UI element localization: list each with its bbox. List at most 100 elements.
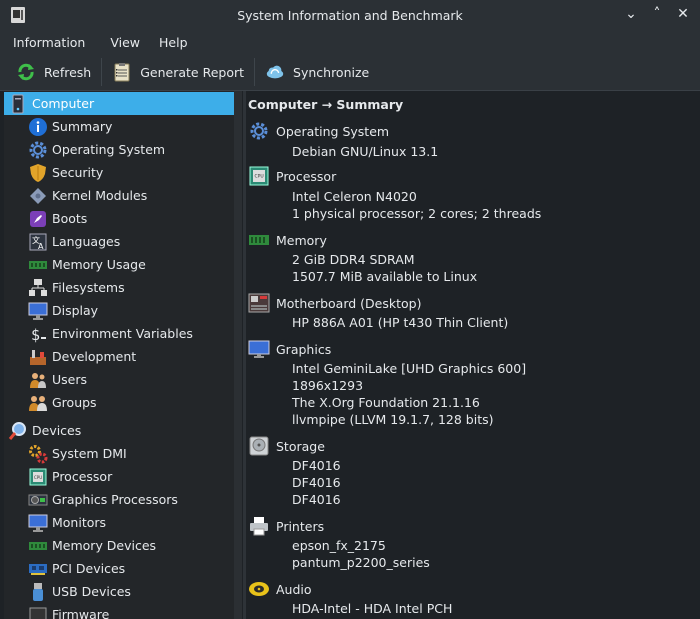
section-title: Graphics	[276, 341, 332, 357]
sidebar-item-system-dmi[interactable]: System DMI	[4, 442, 232, 465]
generate-report-label: Generate Report	[140, 64, 245, 80]
sidebar-item-environment-variables[interactable]: $ Environment Variables	[4, 322, 232, 345]
sidebar-item-summary[interactable]: Summary	[4, 115, 232, 138]
sidebar-item-groups[interactable]: Groups	[4, 391, 232, 414]
sidebar-item-security[interactable]: Security	[4, 161, 232, 184]
section-row: 1 physical processor; 2 cores; 2 threads	[292, 206, 542, 221]
toolbar: Refresh Generate Report Synchronize	[0, 54, 700, 91]
sidebar-item-label: Devices	[32, 423, 82, 438]
section-title: Processor	[276, 168, 337, 184]
sidebar-item-boots[interactable]: Boots	[4, 207, 232, 230]
sidebar-item-label: Languages	[52, 234, 121, 249]
sidebar-item-label: Display	[52, 303, 99, 318]
sidebar-item-computer[interactable]: Computer	[4, 92, 242, 115]
sidebar-item-label: Computer	[32, 96, 95, 111]
language-icon: 文A	[29, 233, 47, 251]
toolbar-separator	[254, 58, 256, 86]
window-menu-button[interactable]: ⌄	[622, 5, 640, 23]
menu-information[interactable]: Information	[6, 35, 91, 50]
sidebar-item-development[interactable]: Development	[4, 345, 232, 368]
sidebar-item-kernel-modules[interactable]: Kernel Modules	[4, 184, 232, 207]
terminal-dollar-icon: $	[31, 326, 46, 344]
svg-text:CPU: CPU	[34, 475, 42, 480]
sidebar-item-graphics-processors[interactable]: Graphics Processors	[4, 488, 232, 511]
section-memory: Memory	[248, 230, 327, 250]
close-button[interactable]: ✕	[674, 5, 692, 23]
shield-icon	[30, 163, 46, 182]
sidebar-item-label: Firmware	[52, 607, 110, 619]
magnifier-icon	[8, 421, 26, 440]
sidebar-item-operating-system[interactable]: Operating System	[4, 138, 232, 161]
sidebar-item-filesystems[interactable]: Filesystems	[4, 276, 232, 299]
sidebar-item-label: Users	[52, 372, 88, 387]
svg-text:CPU: CPU	[255, 174, 264, 180]
refresh-icon	[18, 63, 34, 81]
menu-view[interactable]: View	[103, 35, 146, 50]
section-row: Intel Celeron N4020	[292, 189, 417, 204]
development-tools-icon	[30, 349, 46, 365]
cloud-sync-icon	[266, 65, 284, 79]
pci-card-icon	[29, 563, 47, 575]
section-row: DF4016	[292, 492, 341, 507]
synchronize-button[interactable]: Synchronize	[257, 57, 377, 87]
sidebar-item-processor[interactable]: CPU Processor	[4, 465, 232, 488]
sidebar-item-pci-devices[interactable]: PCI Devices	[4, 557, 232, 580]
sidebar-item-label: USB Devices	[52, 584, 131, 599]
menu-help[interactable]: Help	[152, 35, 194, 50]
sidebar-item-label: Security	[52, 165, 104, 180]
disk-icon	[249, 436, 269, 456]
computer-tower-icon	[12, 94, 24, 113]
monitor-icon	[248, 340, 270, 358]
section-row: HP 886A A01 (HP t430 Thin Client)	[292, 315, 509, 330]
window-title: System Information and Benchmark	[237, 8, 463, 23]
sidebar-item-memory-devices[interactable]: Memory Devices	[4, 534, 232, 557]
puzzle-icon	[30, 187, 46, 204]
sidebar-item-label: Summary	[52, 119, 113, 134]
generate-report-button[interactable]: Generate Report	[104, 57, 252, 87]
sidebar-item-devices[interactable]: Devices	[4, 419, 232, 442]
section-title: Audio	[276, 581, 312, 597]
toolbar-separator	[101, 58, 103, 86]
section-row: llvmpipe (LLVM 19.1.7, 128 bits)	[292, 412, 494, 427]
sidebar-item-users[interactable]: Users	[4, 368, 232, 391]
sidebar-item-display[interactable]: Display	[4, 299, 232, 322]
sidebar-item-memory-usage[interactable]: Memory Usage	[4, 253, 232, 276]
section-title: Operating System	[276, 123, 390, 139]
section-title: Memory	[276, 232, 327, 248]
refresh-label: Refresh	[44, 64, 92, 80]
audio-icon	[249, 582, 269, 596]
monitor-icon	[28, 514, 48, 532]
sidebar-item-monitors[interactable]: Monitors	[4, 511, 232, 534]
usb-icon	[33, 582, 43, 601]
sidebar: Computer Summary Operating System Securi…	[4, 91, 242, 619]
sidebar-item-label: System DMI	[52, 446, 127, 461]
section-row: pantum_p2200_series	[292, 555, 430, 570]
sidebar-item-label: Memory Devices	[52, 538, 157, 553]
motherboard-icon	[248, 293, 270, 313]
maximize-button[interactable]: ˄	[648, 5, 666, 23]
sidebar-item-firmware[interactable]: Firmware	[4, 603, 232, 619]
section-row: 2 GiB DDR4 SDRAM	[292, 252, 415, 267]
section-row: DF4016	[292, 458, 341, 473]
section-audio: Audio	[248, 579, 312, 599]
synchronize-label: Synchronize	[293, 64, 370, 80]
section-processor: CPU Processor	[248, 166, 336, 186]
report-icon	[114, 63, 130, 82]
section-graphics: Graphics	[248, 339, 331, 359]
gear-icon	[250, 122, 268, 140]
refresh-button[interactable]: Refresh	[8, 57, 99, 87]
sidebar-item-usb-devices[interactable]: USB Devices	[4, 580, 232, 603]
sidebar-item-languages[interactable]: 文A Languages	[4, 230, 232, 253]
sidebar-item-label: Processor	[52, 469, 113, 484]
info-icon	[29, 117, 47, 136]
sidebar-item-label: Memory Usage	[52, 257, 146, 272]
memory-icon	[249, 235, 269, 245]
sidebar-item-label: Operating System	[52, 142, 166, 157]
flash-chip-icon	[29, 607, 47, 619]
sidebar-item-label: Kernel Modules	[52, 188, 148, 203]
section-row: 1896x1293	[292, 378, 364, 393]
gear-icon	[29, 141, 47, 158]
svg-text:$: $	[31, 326, 40, 344]
summary-panel: Computer → Summary Operating System Debi…	[246, 91, 700, 619]
sidebar-scrollbar[interactable]	[234, 91, 242, 619]
